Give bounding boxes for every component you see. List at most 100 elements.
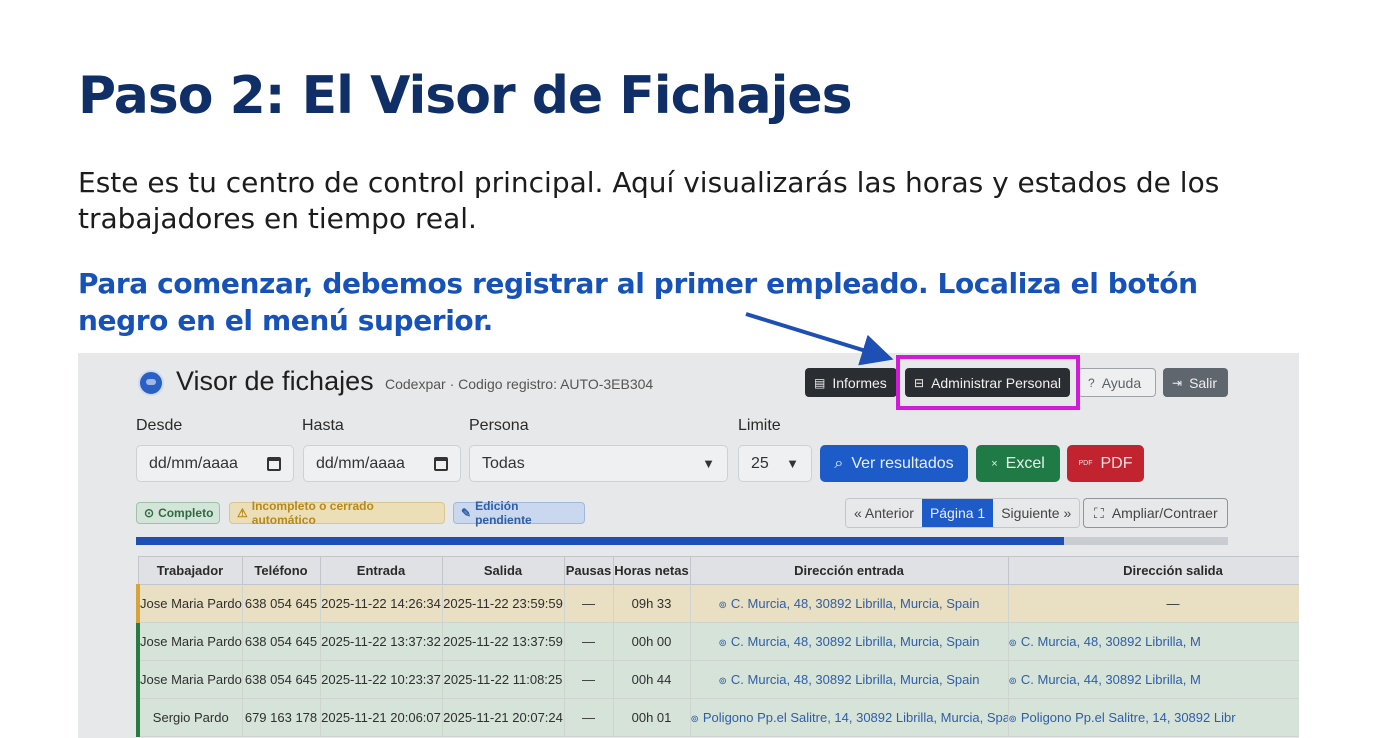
app-title: Visor de fichajes [176, 366, 374, 396]
calendar-icon [267, 456, 281, 471]
desde-date-input[interactable]: dd/mm/aaaa [136, 445, 294, 482]
column-header[interactable]: Trabajador [137, 556, 243, 585]
column-header[interactable]: Salida [441, 556, 565, 585]
table-cell: ⊚ C. Murcia, 48, 30892 Librilla, Murcia, … [690, 660, 1009, 699]
table-cell: 2025-11-22 13:37:32 [320, 622, 443, 661]
completo-label: Completo [158, 506, 214, 520]
excel-icon: × [991, 457, 998, 470]
address-text: C. Murcia, 48, 30892 Librilla, Murcia, S… [730, 596, 980, 611]
table-cell: 2025-11-21 20:07:24 [442, 698, 565, 737]
table-cell: 2025-11-21 20:06:07 [320, 698, 443, 737]
table-header-row: Trabajador Teléfono Entrada Salida Pausas Hor… [137, 556, 1299, 585]
persona-label: Persona [469, 417, 529, 434]
ayuda-label: Ayuda [1101, 374, 1142, 391]
column-header[interactable]: Entrada [319, 556, 443, 585]
table-cell: — [564, 622, 614, 661]
table-row[interactable]: Sergio Pardo 679 163 178 2025-11-21 20:06:… [136, 698, 1299, 737]
app-subtitle: Codexpar · Codigo registro: AUTO-3EB304 [385, 376, 654, 392]
location-pin-icon: ⊚ [1008, 676, 1017, 687]
table-cell: 679 163 178 [242, 698, 321, 737]
calendar-icon [434, 456, 448, 471]
pdf-icon: PDF [1078, 460, 1093, 467]
table-cell: Sergio Pardo [136, 698, 243, 737]
ayuda-button[interactable]: ? Ayuda [1078, 368, 1156, 397]
table-cell: 09h 33 [613, 584, 691, 623]
salir-button[interactable]: ⇥ Salir [1163, 368, 1228, 397]
app-logo-icon [138, 370, 164, 396]
column-header[interactable]: Dirección salida [1007, 556, 1299, 585]
column-header[interactable]: Dirección entrada [689, 556, 1009, 585]
highlight-frame [896, 355, 1080, 410]
desde-label: Desde [136, 417, 183, 434]
incompleto-badge: ⚠ Incompleto o cerrado automático [229, 499, 445, 527]
logout-icon: ⇥ [1172, 375, 1183, 390]
table-cell: 638 054 645 [242, 660, 321, 699]
edicion-badge: ✎ Edición pendiente [453, 499, 585, 527]
siguiente-button[interactable]: Siguiente » [993, 499, 1080, 527]
hasta-label: Hasta [302, 417, 344, 434]
excel-button[interactable]: × Excel [976, 445, 1060, 482]
ampliar-contraer-button[interactable]: ⛶ Ampliar/Contraer [1083, 498, 1228, 528]
search-icon: ⌕ [834, 454, 844, 472]
incompleto-label: Incompleto o cerrado automático [251, 499, 374, 527]
table-cell: — [564, 660, 614, 699]
address-text: C. Murcia, 48, 30892 Librilla, Murcia, S… [730, 672, 980, 687]
table-row[interactable]: Jose Maria Pardo 638 054 645 2025-11-22 10… [136, 660, 1299, 699]
column-header[interactable]: Teléfono [241, 556, 321, 585]
hasta-value: dd/mm/aaaa [316, 454, 405, 472]
pdf-button[interactable]: PDF PDF [1067, 445, 1144, 482]
location-pin-icon: ⊚ [1008, 714, 1017, 725]
table-cell: 2025-11-22 11:08:25 [442, 660, 565, 699]
informes-button[interactable]: ▤ Informes [805, 368, 897, 397]
slide-intro: Este es tu centro de control principal. … [78, 166, 1220, 235]
desde-value: dd/mm/aaaa [149, 454, 238, 472]
document-icon: ▤ [814, 375, 826, 390]
ver-resultados-button[interactable]: ⌕ Ver resultados [820, 445, 968, 482]
app-screenshot: Visor de fichajes Codexpar · Codigo regi… [78, 353, 1299, 738]
address-text: C. Murcia, 44, 30892 Librilla, M [1020, 672, 1201, 687]
location-pin-icon: ⊚ [690, 714, 699, 725]
current-page-button[interactable]: Página 1 [921, 499, 994, 527]
table-cell: 2025-11-22 13:37:59 [442, 622, 565, 661]
persona-select[interactable]: Todas ▼ [469, 445, 728, 482]
warning-icon: ⚠ [237, 506, 248, 520]
location-pin-icon: ⊚ [1008, 638, 1017, 649]
limite-value: 25 [751, 454, 769, 472]
check-circle-icon: ⊙ [144, 506, 155, 520]
table-cell: ⊚ C. Murcia, 48, 30892 Librilla, M [1008, 622, 1299, 661]
location-pin-icon: ⊚ [718, 600, 727, 611]
anterior-button[interactable]: « Anterior [846, 499, 922, 527]
informes-label: Informes [832, 374, 887, 391]
pdf-label: PDF [1100, 454, 1133, 472]
address-text: C. Murcia, 48, 30892 Librilla, Murcia, S… [730, 634, 980, 649]
column-header[interactable]: Horas netas [612, 556, 691, 585]
table-cell: ⊚ C. Murcia, 48, 30892 Librilla, Murcia, … [690, 584, 1009, 623]
table-row[interactable]: Jose Maria Pardo 638 054 645 2025-11-22 13… [136, 622, 1299, 661]
salir-label: Salir [1189, 374, 1218, 391]
hasta-date-input[interactable]: dd/mm/aaaa [303, 445, 461, 482]
table-cell: 638 054 645 [242, 622, 321, 661]
table-cell: 00h 01 [613, 698, 691, 737]
table-cell: 00h 00 [613, 622, 691, 661]
slide-call-to-action: Para comenzar, debemos registrar al prim… [78, 267, 1198, 337]
table-cell: 2025-11-22 14:26:34 [320, 584, 443, 623]
progress-fill [136, 537, 1065, 545]
limite-label: Limite [738, 417, 781, 434]
expand-icon: ⛶ [1094, 504, 1104, 521]
table-cell: ⊚ Poligono Pp.el Salitre, 14, 30892 Libr [1008, 698, 1299, 737]
fichajes-table-container[interactable]: Trabajador Teléfono Entrada Salida Pausas Hor… [136, 556, 1299, 738]
pagination: « Anterior Página 1 Siguiente » [845, 498, 1081, 528]
table-cell: ⊚ C. Murcia, 48, 30892 Librilla, Murcia, … [690, 622, 1009, 661]
slide-title: Paso 2: El Visor de Fichajes [78, 66, 853, 126]
column-header[interactable]: Pausas [563, 556, 614, 585]
table-row[interactable]: Jose Maria Pardo 638 054 645 2025-11-22 14… [136, 584, 1299, 623]
table-cell: Jose Maria Pardo [136, 660, 243, 699]
table-cell: 638 054 645 [242, 584, 321, 623]
table-cell: — [564, 698, 614, 737]
table-cell: ⊚ C. Murcia, 44, 30892 Librilla, M [1008, 660, 1299, 699]
table-cell: Jose Maria Pardo [136, 584, 243, 623]
chevron-down-icon: ▼ [702, 456, 715, 471]
limite-select[interactable]: 25 ▼ [738, 445, 812, 482]
address-text: Poligono Pp.el Salitre, 14, 30892 Libr [1020, 710, 1236, 725]
chevron-down-icon: ▼ [786, 456, 799, 471]
